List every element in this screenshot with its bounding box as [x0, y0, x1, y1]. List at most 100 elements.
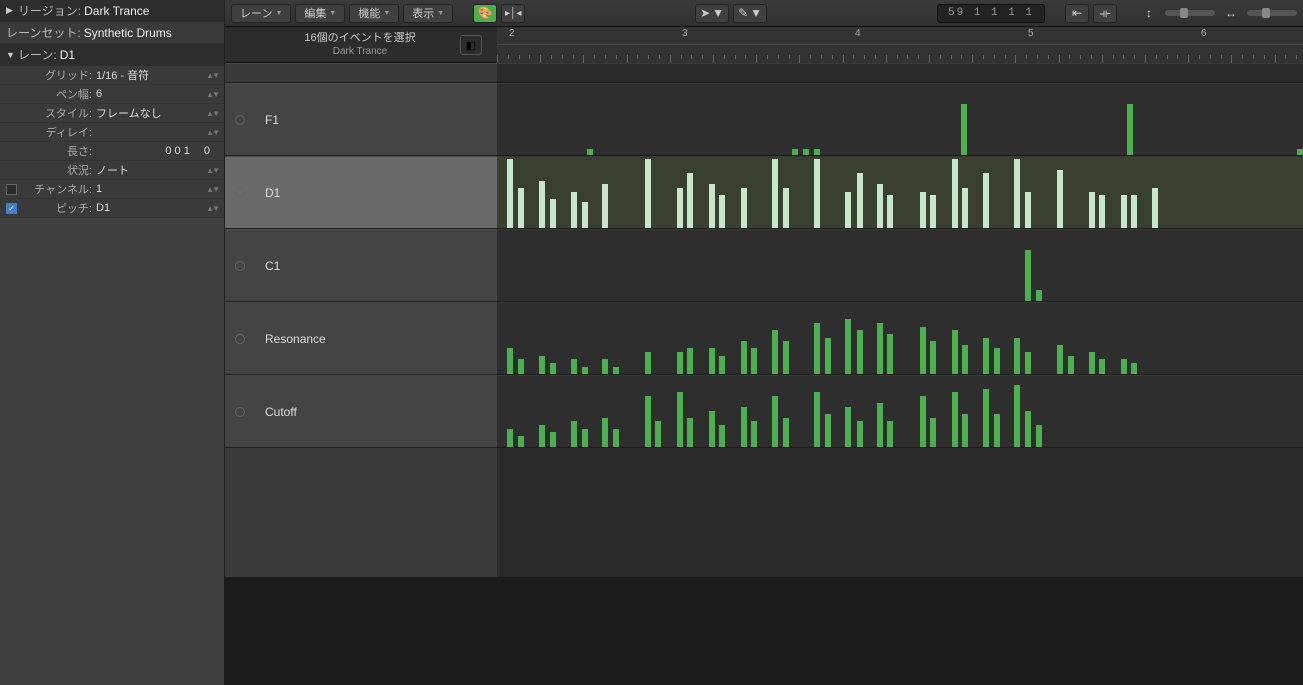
event-bar[interactable] — [1057, 170, 1063, 228]
event-bar[interactable] — [1068, 356, 1074, 374]
event-bar[interactable] — [1152, 188, 1158, 228]
event-bar[interactable] — [845, 407, 851, 447]
event-bar[interactable] — [751, 421, 757, 447]
stepper-icon[interactable]: ▲▼ — [206, 90, 218, 99]
event-bar[interactable] — [1025, 352, 1031, 374]
event-bar[interactable] — [877, 323, 883, 374]
param-penwidth[interactable]: ペン幅: 6 ▲▼ — [0, 85, 224, 104]
event-bar[interactable] — [952, 159, 958, 228]
event-bar[interactable] — [1025, 250, 1031, 301]
lane-enable-dot[interactable] — [235, 407, 245, 417]
event-bar[interactable] — [1127, 104, 1133, 155]
event-bar[interactable] — [687, 173, 693, 228]
lane-enable-dot[interactable] — [235, 115, 245, 125]
event-bar[interactable] — [1014, 159, 1020, 228]
event-bar[interactable] — [602, 418, 608, 447]
event-bar[interactable] — [1089, 192, 1095, 229]
lane-strip-Cutoff[interactable] — [497, 375, 1303, 448]
event-bar[interactable] — [741, 188, 747, 228]
event-bar[interactable] — [887, 195, 893, 228]
event-bar[interactable] — [518, 359, 524, 374]
event-bar[interactable] — [783, 188, 789, 228]
lane-header-F1[interactable]: F1 — [225, 83, 497, 156]
event-bar[interactable] — [961, 104, 967, 155]
param-delay[interactable]: ディレイ: ▲▼ — [0, 123, 224, 142]
event-bar[interactable] — [983, 338, 989, 375]
event-bar[interactable] — [518, 188, 524, 228]
event-bar[interactable] — [539, 181, 545, 228]
menu-edit[interactable]: 編集▼ — [295, 4, 345, 23]
event-bar[interactable] — [571, 421, 577, 447]
lane-header-C1[interactable]: C1 — [225, 229, 497, 302]
lane-enable-dot[interactable] — [235, 261, 245, 271]
event-bar[interactable] — [719, 195, 725, 228]
event-bar[interactable] — [920, 327, 926, 374]
event-bar[interactable] — [887, 334, 893, 374]
event-bar[interactable] — [709, 411, 715, 448]
lane-strip-Resonance[interactable] — [497, 302, 1303, 375]
param-length[interactable]: 長さ: 0 0 1 0 — [0, 142, 224, 161]
event-bar[interactable] — [877, 184, 883, 228]
event-bar[interactable] — [1036, 290, 1042, 301]
event-bar[interactable] — [952, 392, 958, 447]
lane-enable-dot[interactable] — [235, 188, 245, 198]
laneset-row[interactable]: レーンセット: Synthetic Drums — [0, 22, 224, 44]
catch-icon[interactable]: ◧ — [460, 35, 482, 55]
event-bar[interactable] — [845, 319, 851, 374]
event-bar[interactable] — [930, 418, 936, 447]
event-bar[interactable] — [571, 359, 577, 374]
event-bar[interactable] — [1057, 345, 1063, 374]
event-bar[interactable] — [983, 389, 989, 447]
event-bar[interactable] — [507, 429, 513, 447]
menu-lane[interactable]: レーン▼ — [231, 4, 291, 23]
event-bar[interactable] — [687, 348, 693, 374]
event-bar[interactable] — [571, 192, 577, 229]
event-bar[interactable] — [962, 188, 968, 228]
event-bar[interactable] — [751, 348, 757, 374]
pitch-checkbox[interactable]: ✓ — [6, 203, 17, 214]
event-bar[interactable] — [920, 192, 926, 229]
event-bar[interactable] — [602, 359, 608, 374]
event-bar[interactable] — [1099, 195, 1105, 228]
event-bar[interactable] — [920, 396, 926, 447]
event-bar[interactable] — [582, 367, 588, 374]
event-bar[interactable] — [1025, 192, 1031, 229]
event-bar[interactable] — [772, 330, 778, 374]
event-bar[interactable] — [741, 407, 747, 447]
lane-enable-dot[interactable] — [235, 334, 245, 344]
event-bar[interactable] — [857, 421, 863, 447]
event-bar[interactable] — [803, 149, 809, 155]
position-display[interactable]: 59 1 1 1 1 — [937, 4, 1045, 23]
stepper-icon[interactable]: ▲▼ — [206, 71, 218, 80]
event-bar[interactable] — [814, 149, 820, 155]
snap-left-icon[interactable]: ⇤ — [1065, 4, 1089, 23]
event-bar[interactable] — [930, 195, 936, 228]
pointer-tool[interactable]: ➤▼ — [695, 4, 729, 23]
event-bar[interactable] — [613, 367, 619, 374]
event-bar[interactable] — [507, 159, 513, 228]
param-channel[interactable]: チャンネル: 1 ▲▼ — [0, 180, 224, 199]
event-bar[interactable] — [1131, 195, 1137, 228]
menu-view[interactable]: 表示▼ — [403, 4, 453, 23]
event-bar[interactable] — [792, 149, 798, 155]
event-bar[interactable] — [772, 396, 778, 447]
event-bar[interactable] — [645, 396, 651, 447]
event-bar[interactable] — [677, 352, 683, 374]
event-bar[interactable] — [709, 184, 715, 228]
event-bar[interactable] — [887, 421, 893, 447]
lane-header[interactable]: ▼ レーン: D1 — [0, 44, 224, 66]
palette-icon[interactable]: 🎨 — [473, 4, 497, 23]
lane-header-Cutoff[interactable]: Cutoff — [225, 375, 497, 448]
event-bar[interactable] — [857, 330, 863, 374]
event-bar[interactable] — [1014, 338, 1020, 375]
stepper-icon[interactable]: ▲▼ — [206, 128, 218, 137]
event-bar[interactable] — [687, 418, 693, 447]
time-ruler[interactable]: 2 3 4 5 6 — [497, 27, 1303, 63]
lane-strip-C1[interactable] — [497, 229, 1303, 302]
event-bar[interactable] — [930, 341, 936, 374]
event-bar[interactable] — [814, 323, 820, 374]
event-bar[interactable] — [994, 348, 1000, 374]
param-grid[interactable]: グリッド: 1/16 - 音符 ▲▼ — [0, 66, 224, 85]
event-bar[interactable] — [772, 159, 778, 228]
event-bar[interactable] — [550, 363, 556, 374]
